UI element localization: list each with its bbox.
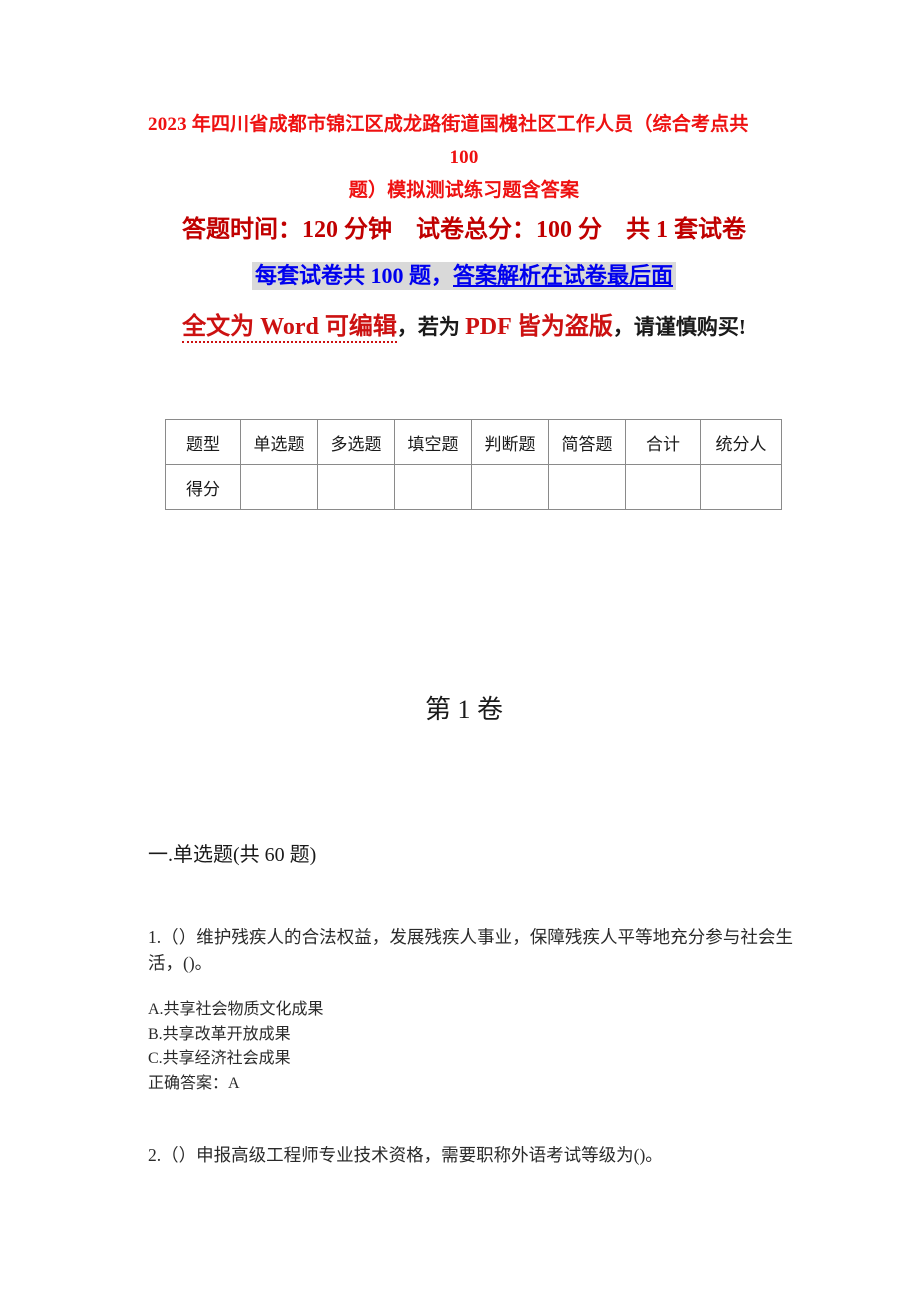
score-table-header-cell: 判断题 xyxy=(471,419,549,465)
document-title-line-2: 题）模拟测试练习题含答案 xyxy=(348,180,580,201)
exam-info-line-2-wrap: 每套试卷共 100 题，答案解析在试卷最后面 xyxy=(148,258,780,294)
question-options: A.共享社会物质文化成果 B.共享改革开放成果 C.共享经济社会成果 正确答案：… xyxy=(148,998,793,1096)
question-option[interactable]: C.共享经济社会成果 xyxy=(148,1047,793,1072)
score-cell[interactable] xyxy=(317,464,395,510)
score-cell[interactable] xyxy=(700,464,782,510)
score-cell[interactable] xyxy=(471,464,549,510)
score-table-row: 得分 xyxy=(165,464,782,510)
question-stem: 1.（）维护残疾人的合法权益，发展残疾人事业，保障残疾人平等地充分参与社会生活，… xyxy=(148,927,793,973)
exam-info-line-2-plain: 每套试卷共 100 题， xyxy=(254,263,453,288)
question-option[interactable]: A.共享社会物质文化成果 xyxy=(148,998,793,1023)
exam-info-line-3: 全文为 Word 可编辑，若为 PDF 皆为盗版，请谨慎购买! xyxy=(148,305,780,349)
score-table: 题型 单选题 多选题 填空题 判断题 简答题 合计 统分人 得分 xyxy=(165,419,782,510)
score-table-header-cell: 多选题 xyxy=(317,419,395,465)
score-table-header-cell: 单选题 xyxy=(240,419,318,465)
score-table-header-cell: 合计 xyxy=(625,419,701,465)
question-block: 1.（）维护残疾人的合法权益，发展残疾人事业，保障残疾人平等地充分参与社会生活，… xyxy=(148,924,793,1096)
score-table-header-cell: 题型 xyxy=(165,419,241,465)
score-table-header-cell: 简答题 xyxy=(548,419,626,465)
purchase-caution-notice: ，请谨慎购买 xyxy=(612,315,739,339)
document-title-line-1: 2023 年四川省成都市锦江区成龙路街道国槐社区工作人员（综合考点共 100 xyxy=(148,114,749,168)
question-answer: 正确答案：A xyxy=(148,1074,240,1092)
question-block: 2.（）申报高级工程师专业技术资格，需要职称外语考试等级为()。 xyxy=(148,1142,793,1168)
document-title: 2023 年四川省成都市锦江区成龙路街道国槐社区工作人员（综合考点共 100 题… xyxy=(148,108,780,207)
question-option[interactable]: B.共享改革开放成果 xyxy=(148,1023,793,1048)
pdf-pirated-notice: PDF 皆为盗版 xyxy=(465,314,613,340)
line3-separator: ，若为 xyxy=(396,315,466,339)
score-table-header-cell: 填空题 xyxy=(394,419,472,465)
score-cell[interactable] xyxy=(394,464,472,510)
section-heading: 一.单选题(共 60 题) xyxy=(148,844,317,866)
document-page: 2023 年四川省成都市锦江区成龙路街道国槐社区工作人员（综合考点共 100 题… xyxy=(0,0,920,1302)
word-editable-notice: 全文为 Word 可编辑 xyxy=(182,314,397,343)
score-table-header-row: 题型 单选题 多选题 填空题 判断题 简答题 合计 统分人 xyxy=(165,419,782,465)
score-cell[interactable] xyxy=(548,464,626,510)
volume-heading: 第 1 卷 xyxy=(424,695,503,724)
purchase-caution-exclaim: ! xyxy=(738,315,746,339)
exam-info-line-1: 答题时间：120 分钟 试卷总分：100 分 共 1 套试卷 xyxy=(182,217,746,243)
exam-info-line-2-link[interactable]: 答案解析在试卷最后面 xyxy=(453,263,673,288)
score-cell[interactable] xyxy=(240,464,318,510)
question-stem: 2.（）申报高级工程师专业技术资格，需要职称外语考试等级为()。 xyxy=(148,1145,663,1165)
score-table-header-cell: 统分人 xyxy=(700,419,782,465)
score-row-label: 得分 xyxy=(165,464,241,510)
exam-info-line-2-highlight: 每套试卷共 100 题，答案解析在试卷最后面 xyxy=(251,262,677,290)
score-cell[interactable] xyxy=(625,464,701,510)
